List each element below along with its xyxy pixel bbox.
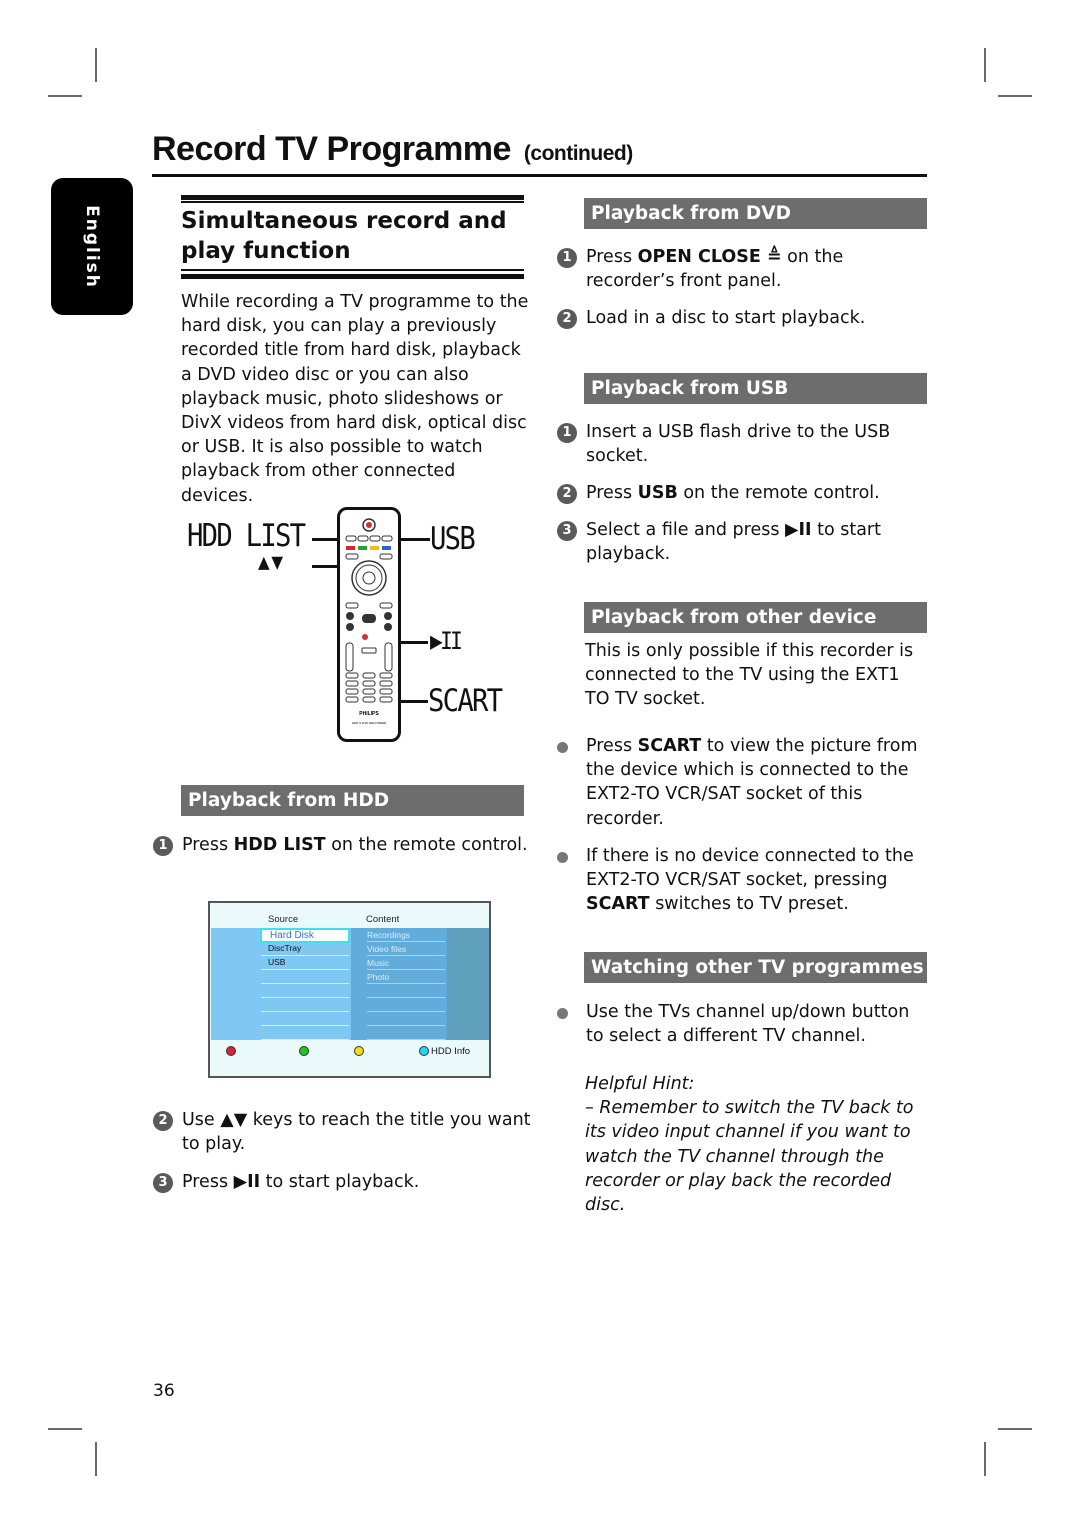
content-item[interactable]: Recordings (367, 929, 410, 941)
remote-brand: PHILIPS (359, 711, 379, 717)
remote-control-image: PHILIPS HDD & DVD RECORDER (337, 507, 401, 742)
dvd-step: 2 Load in a disc to start playback. (557, 306, 927, 330)
hdd-step: 1 Press HDD LIST on the remote control. (153, 833, 533, 857)
yellow-key-icon (354, 1046, 364, 1056)
arrows-callout: ▲▼ (258, 550, 285, 575)
yellow-key-icon (370, 546, 379, 550)
crop-mark (998, 1428, 1032, 1430)
row-separator (367, 1011, 445, 1012)
hint-body: – Remember to switch the TV back to its … (585, 1098, 914, 1216)
content-item[interactable]: Video files (367, 943, 406, 955)
crop-mark (95, 48, 97, 82)
page-title: Record TV Programme (continued) (152, 130, 633, 169)
hdd-step: 3 Press ▶II to start playback. (153, 1170, 533, 1194)
bullet-item: Use the TVs channel up/down button to se… (557, 1000, 927, 1048)
row-separator (367, 955, 445, 956)
bullet-icon (557, 852, 568, 863)
step-number-badge: 1 (153, 836, 173, 856)
section-bar-usb: Playback from USB (584, 373, 927, 404)
source-column-header: Source (268, 914, 299, 925)
intro-paragraph: While recording a TV programme to the ha… (181, 292, 529, 506)
dvd-step: 1 Press OPEN CLOSE ≜ on the recorder’s f… (557, 245, 927, 293)
step-number-badge: 1 (557, 423, 577, 443)
crop-mark (984, 48, 986, 82)
row-separator (367, 941, 445, 942)
row-separator (367, 969, 445, 970)
hdd-info-label: HDD Info (431, 1046, 471, 1057)
language-tab-label: English (82, 204, 102, 289)
row-separator (261, 983, 349, 984)
source-item[interactable]: USB (260, 956, 350, 968)
source-item[interactable]: DiscTray (260, 942, 350, 954)
step-number-badge: 3 (153, 1173, 173, 1193)
side-panel (447, 928, 489, 1040)
row-separator (261, 1011, 349, 1012)
hdd-step: 2 Use ▲▼ keys to reach the title you wan… (153, 1108, 533, 1156)
hint-title: Helpful Hint: (585, 1074, 695, 1094)
crop-mark (48, 1428, 82, 1430)
hdd-list-callout: HDD LIST (187, 518, 306, 554)
page-title-suffix: (continued) (523, 142, 633, 165)
section-heading: Simultaneous record and play function (181, 208, 507, 264)
content-item[interactable]: Photo (367, 971, 389, 983)
step-number-badge: 2 (557, 309, 577, 329)
hdd-list-screen: Source Content Previous HDD Info Hard Di… (208, 901, 491, 1078)
section-bar-hdd: Playback from HDD (181, 785, 524, 816)
crop-mark (48, 95, 82, 97)
other-device-intro: This is only possible if this recorder i… (585, 641, 914, 710)
remote-control-icon: PHILIPS HDD & DVD RECORDER (345, 518, 393, 725)
row-separator (367, 1025, 445, 1026)
title-rule (152, 174, 927, 177)
row-separator (367, 997, 445, 998)
section-rule (181, 274, 524, 279)
red-key-label: Previous (238, 1046, 275, 1057)
crop-mark (998, 95, 1032, 97)
step-number-badge: 2 (153, 1111, 173, 1131)
row-separator (261, 1025, 349, 1026)
bullet-icon (557, 742, 568, 753)
step-number-badge: 2 (557, 484, 577, 504)
section-rule (181, 269, 524, 271)
bullet-item: If there is no device connected to the E… (557, 844, 927, 917)
remote-model-caption: HDD & DVD RECORDER (352, 721, 387, 725)
crop-mark (984, 1442, 986, 1476)
usb-step: 3 Select a file and press ▶II to start p… (557, 518, 927, 566)
row-separator (261, 997, 349, 998)
step-number-badge: 3 (557, 521, 577, 541)
content-item[interactable]: Music (367, 957, 389, 969)
usb-callout: USB (430, 521, 476, 557)
scart-callout: SCART (428, 683, 503, 719)
row-separator (367, 1039, 445, 1040)
helpful-hint: Helpful Hint: – Remember to switch the T… (585, 1072, 935, 1217)
content-column-header: Content (366, 914, 400, 925)
section-bar-watching: Watching other TV programmes (584, 952, 927, 983)
bullet-icon (557, 1008, 568, 1019)
crop-mark (95, 1442, 97, 1476)
bullet-item: Press SCART to view the picture from the… (557, 734, 927, 831)
green-key-icon (358, 546, 367, 550)
row-separator (261, 1039, 349, 1040)
usb-step: 1 Insert a USB flash drive to the USB so… (557, 420, 927, 468)
blue-key-icon (382, 546, 391, 550)
usb-step: 2 Press USB on the remote control. (557, 481, 927, 505)
page-number: 36 (153, 1381, 175, 1401)
row-separator (367, 983, 445, 984)
source-item-selected[interactable]: Hard Disk (260, 928, 350, 943)
language-tab: English (51, 178, 133, 315)
green-key-icon (299, 1046, 309, 1056)
play-pause-callout: ▶II (430, 627, 463, 655)
red-key-icon (226, 1046, 236, 1056)
step-number-badge: 1 (557, 248, 577, 268)
section-rule (181, 195, 524, 200)
row-separator (261, 969, 349, 970)
section-bar-other-device: Playback from other device (584, 602, 927, 633)
section-rule (181, 201, 524, 203)
red-key-icon (346, 546, 355, 550)
section-bar-dvd: Playback from DVD (584, 198, 927, 229)
blue-key-icon (419, 1046, 429, 1056)
page-title-main: Record TV Programme (152, 130, 511, 168)
